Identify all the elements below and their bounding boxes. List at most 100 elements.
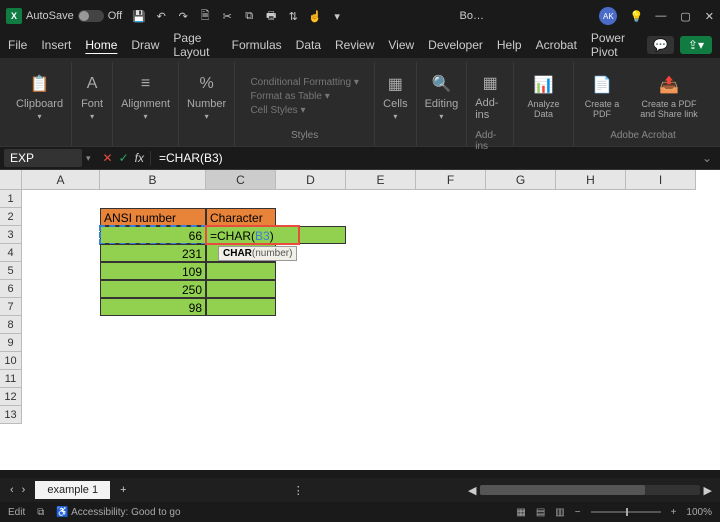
touch-icon[interactable]: ☝ [308, 9, 322, 23]
cell-c7[interactable] [206, 298, 276, 316]
workbook-stats-icon[interactable]: ⧉ [37, 507, 44, 518]
zoom-slider[interactable] [591, 511, 661, 513]
scroll-right-icon[interactable]: ▶ [704, 484, 712, 497]
cell-b4[interactable]: 231 [100, 244, 206, 262]
cell-c5[interactable] [206, 262, 276, 280]
cell-c3[interactable]: =CHAR(B3) [206, 226, 299, 244]
col-header-e[interactable]: E [346, 170, 416, 190]
format-as-table-button[interactable]: Format as Table ▾ [250, 91, 329, 102]
sort-icon[interactable]: ⇅ [286, 9, 300, 23]
tab-developer[interactable]: Developer [428, 36, 483, 54]
maximize-icon[interactable]: ▢ [680, 10, 690, 23]
cell-d3-overflow[interactable] [299, 226, 346, 244]
cell-b3[interactable]: 66 [100, 226, 206, 244]
col-header-i[interactable]: I [626, 170, 696, 190]
row-header-7[interactable]: 7 [0, 298, 22, 316]
toggle-icon[interactable] [78, 10, 104, 22]
number-button[interactable]: %Number▾ [187, 72, 226, 121]
view-normal-icon[interactable]: ▦ [516, 507, 525, 518]
zoom-level[interactable]: 100% [686, 507, 712, 518]
redo-icon[interactable]: ↷ [176, 9, 190, 23]
row-header-10[interactable]: 10 [0, 352, 22, 370]
row-header-11[interactable]: 11 [0, 370, 22, 388]
spreadsheet-grid[interactable]: A B C D E F G H I 1 2 3 4 5 6 7 8 9 10 1… [0, 170, 720, 470]
col-header-h[interactable]: H [556, 170, 626, 190]
fx-icon[interactable]: fx [135, 151, 144, 165]
tab-insert[interactable]: Insert [41, 36, 71, 54]
new-icon[interactable]: 🗎 [198, 9, 212, 23]
more-icon[interactable]: ▾ [330, 9, 344, 23]
save-icon[interactable]: 💾 [132, 9, 146, 23]
tab-help[interactable]: Help [497, 36, 522, 54]
tab-data[interactable]: Data [296, 36, 321, 54]
alignment-button[interactable]: ≡Alignment▾ [121, 72, 170, 121]
cell-b6[interactable]: 250 [100, 280, 206, 298]
sheet-tab-active[interactable]: example 1 [35, 481, 110, 499]
sheet-options-icon[interactable]: ⋮ [287, 484, 310, 497]
autosave-toggle[interactable]: AutoSave Off [26, 10, 122, 22]
zoom-in-icon[interactable]: + [671, 507, 677, 518]
editing-button[interactable]: 🔍Editing▾ [425, 72, 459, 121]
zoom-out-icon[interactable]: − [575, 507, 581, 518]
cell-b2[interactable]: ANSI number [100, 208, 206, 226]
sheet-next-icon[interactable]: › [22, 484, 26, 496]
clipboard-button[interactable]: 📋Clipboard▾ [16, 72, 63, 121]
close-icon[interactable]: ✕ [705, 10, 714, 23]
create-pdf-button[interactable]: 📄Create a PDF [582, 73, 622, 119]
tab-view[interactable]: View [388, 36, 414, 54]
tab-file[interactable]: File [8, 36, 27, 54]
col-header-a[interactable]: A [22, 170, 100, 190]
row-header-13[interactable]: 13 [0, 406, 22, 424]
accessibility-status[interactable]: ♿ Accessibility: Good to go [56, 507, 180, 518]
row-header-12[interactable]: 12 [0, 388, 22, 406]
lightbulb-icon[interactable]: 💡 [629, 9, 643, 23]
scroll-left-icon[interactable]: ◀ [468, 484, 476, 497]
undo-icon[interactable]: ↶ [154, 9, 168, 23]
col-header-b[interactable]: B [100, 170, 206, 190]
cells-button[interactable]: ▦Cells▾ [383, 72, 407, 121]
tab-home[interactable]: Home [85, 36, 117, 54]
cancel-icon[interactable]: ✕ [103, 151, 113, 165]
namebox-dropdown-icon[interactable]: ▾ [86, 153, 97, 164]
row-header-6[interactable]: 6 [0, 280, 22, 298]
scroll-track[interactable] [480, 485, 699, 495]
formula-input[interactable]: =CHAR(B3) [151, 151, 694, 165]
tab-page-layout[interactable]: Page Layout [173, 29, 217, 61]
cell-c2[interactable]: Character [206, 208, 276, 226]
sheet-prev-icon[interactable]: ‹ [10, 484, 14, 496]
tab-formulas[interactable]: Formulas [232, 36, 282, 54]
row-header-1[interactable]: 1 [0, 190, 22, 208]
add-sheet-button[interactable]: + [110, 484, 136, 496]
col-header-f[interactable]: F [416, 170, 486, 190]
copy-icon[interactable]: ⧉ [242, 9, 256, 23]
col-header-g[interactable]: G [486, 170, 556, 190]
font-button[interactable]: AFont▾ [80, 72, 104, 121]
view-pagebreak-icon[interactable]: ▥ [555, 507, 564, 518]
analyze-button[interactable]: 📊Analyze Data [522, 73, 565, 119]
horizontal-scrollbar[interactable]: ◀ ▶ [460, 484, 720, 496]
row-header-5[interactable]: 5 [0, 262, 22, 280]
row-header-8[interactable]: 8 [0, 316, 22, 334]
tab-acrobat[interactable]: Acrobat [536, 36, 577, 54]
cell-styles-button[interactable]: Cell Styles ▾ [250, 105, 305, 116]
share-button[interactable]: ⇪▾ [680, 36, 712, 54]
minimize-icon[interactable]: — [655, 10, 666, 23]
row-header-9[interactable]: 9 [0, 334, 22, 352]
print-icon[interactable]: 🖶 [264, 9, 278, 23]
cell-b7[interactable]: 98 [100, 298, 206, 316]
cut-icon[interactable]: ✂ [220, 9, 234, 23]
cell-b5[interactable]: 109 [100, 262, 206, 280]
comments-button[interactable]: 💬 [647, 36, 674, 54]
expand-formula-icon[interactable]: ⌄ [694, 151, 720, 165]
conditional-formatting-button[interactable]: Conditional Formatting ▾ [250, 77, 358, 88]
col-header-d[interactable]: D [276, 170, 346, 190]
avatar[interactable]: AK [599, 7, 617, 25]
row-header-2[interactable]: 2 [0, 208, 22, 226]
tab-review[interactable]: Review [335, 36, 374, 54]
name-box[interactable]: EXP [4, 149, 82, 167]
select-all-corner[interactable] [0, 170, 22, 190]
row-header-3[interactable]: 3 [0, 226, 22, 244]
addins-button[interactable]: ▦Add-ins [475, 71, 505, 121]
view-layout-icon[interactable]: ▤ [536, 507, 545, 518]
row-header-4[interactable]: 4 [0, 244, 22, 262]
